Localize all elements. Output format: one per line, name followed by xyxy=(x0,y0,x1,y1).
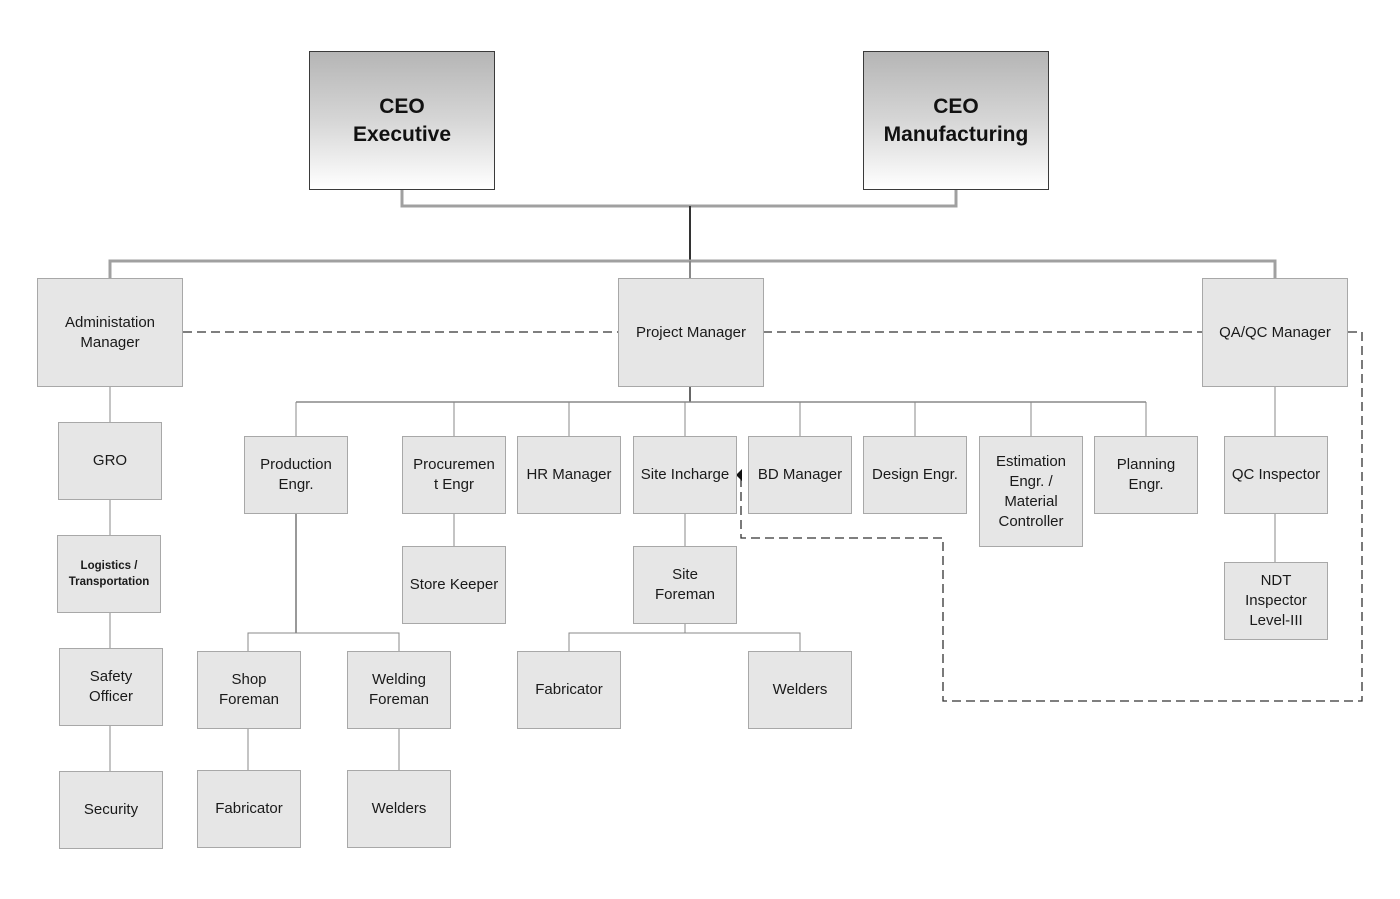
node-hr-manager[interactable]: HR Manager xyxy=(517,436,621,514)
node-production-engr[interactable]: Production Engr. xyxy=(244,436,348,514)
node-qc-inspector[interactable]: QC Inspector xyxy=(1224,436,1328,514)
node-design-engr[interactable]: Design Engr. xyxy=(863,436,967,514)
connector-top-bar xyxy=(108,259,1277,278)
node-bd-manager[interactable]: BD Manager xyxy=(748,436,852,514)
node-gro[interactable]: GRO xyxy=(58,422,162,500)
connector-foremen-bar xyxy=(247,632,400,651)
node-safety-officer[interactable]: Safety Officer xyxy=(59,648,163,726)
node-store-keeper[interactable]: Store Keeper xyxy=(402,546,506,624)
node-welders-shop[interactable]: Welders xyxy=(347,770,451,848)
node-security[interactable]: Security xyxy=(59,771,163,849)
node-shop-foreman[interactable]: Shop Foreman xyxy=(197,651,301,729)
node-welding-foreman[interactable]: Welding Foreman xyxy=(347,651,451,729)
node-welders-site[interactable]: Welders xyxy=(748,651,852,729)
node-ceo-executive[interactable]: CEO Executive xyxy=(309,51,495,190)
node-estimation-engr[interactable]: Estimation Engr. / Material Controller xyxy=(979,436,1083,547)
connector-ceo-bracket xyxy=(400,189,958,208)
node-site-foreman[interactable]: Site Foreman xyxy=(633,546,737,624)
node-logistics[interactable]: Logistics / Transportation xyxy=(57,535,161,613)
node-site-incharge[interactable]: Site Incharge xyxy=(633,436,737,514)
node-project-manager[interactable]: Project Manager xyxy=(618,278,764,387)
node-admin-manager[interactable]: Administation Manager xyxy=(37,278,183,387)
node-procurement-engr[interactable]: Procuremen t Engr xyxy=(402,436,506,514)
node-ndt-inspector[interactable]: NDT Inspector Level-III xyxy=(1224,562,1328,640)
node-ceo-manufacturing[interactable]: CEO Manufacturing xyxy=(863,51,1049,190)
node-fabricator-site[interactable]: Fabricator xyxy=(517,651,621,729)
node-planning-engr[interactable]: Planning Engr. xyxy=(1094,436,1198,514)
node-qaqc-manager[interactable]: QA/QC Manager xyxy=(1202,278,1348,387)
node-fabricator-shop[interactable]: Fabricator xyxy=(197,770,301,848)
connector-site-workers-bar xyxy=(568,632,801,651)
